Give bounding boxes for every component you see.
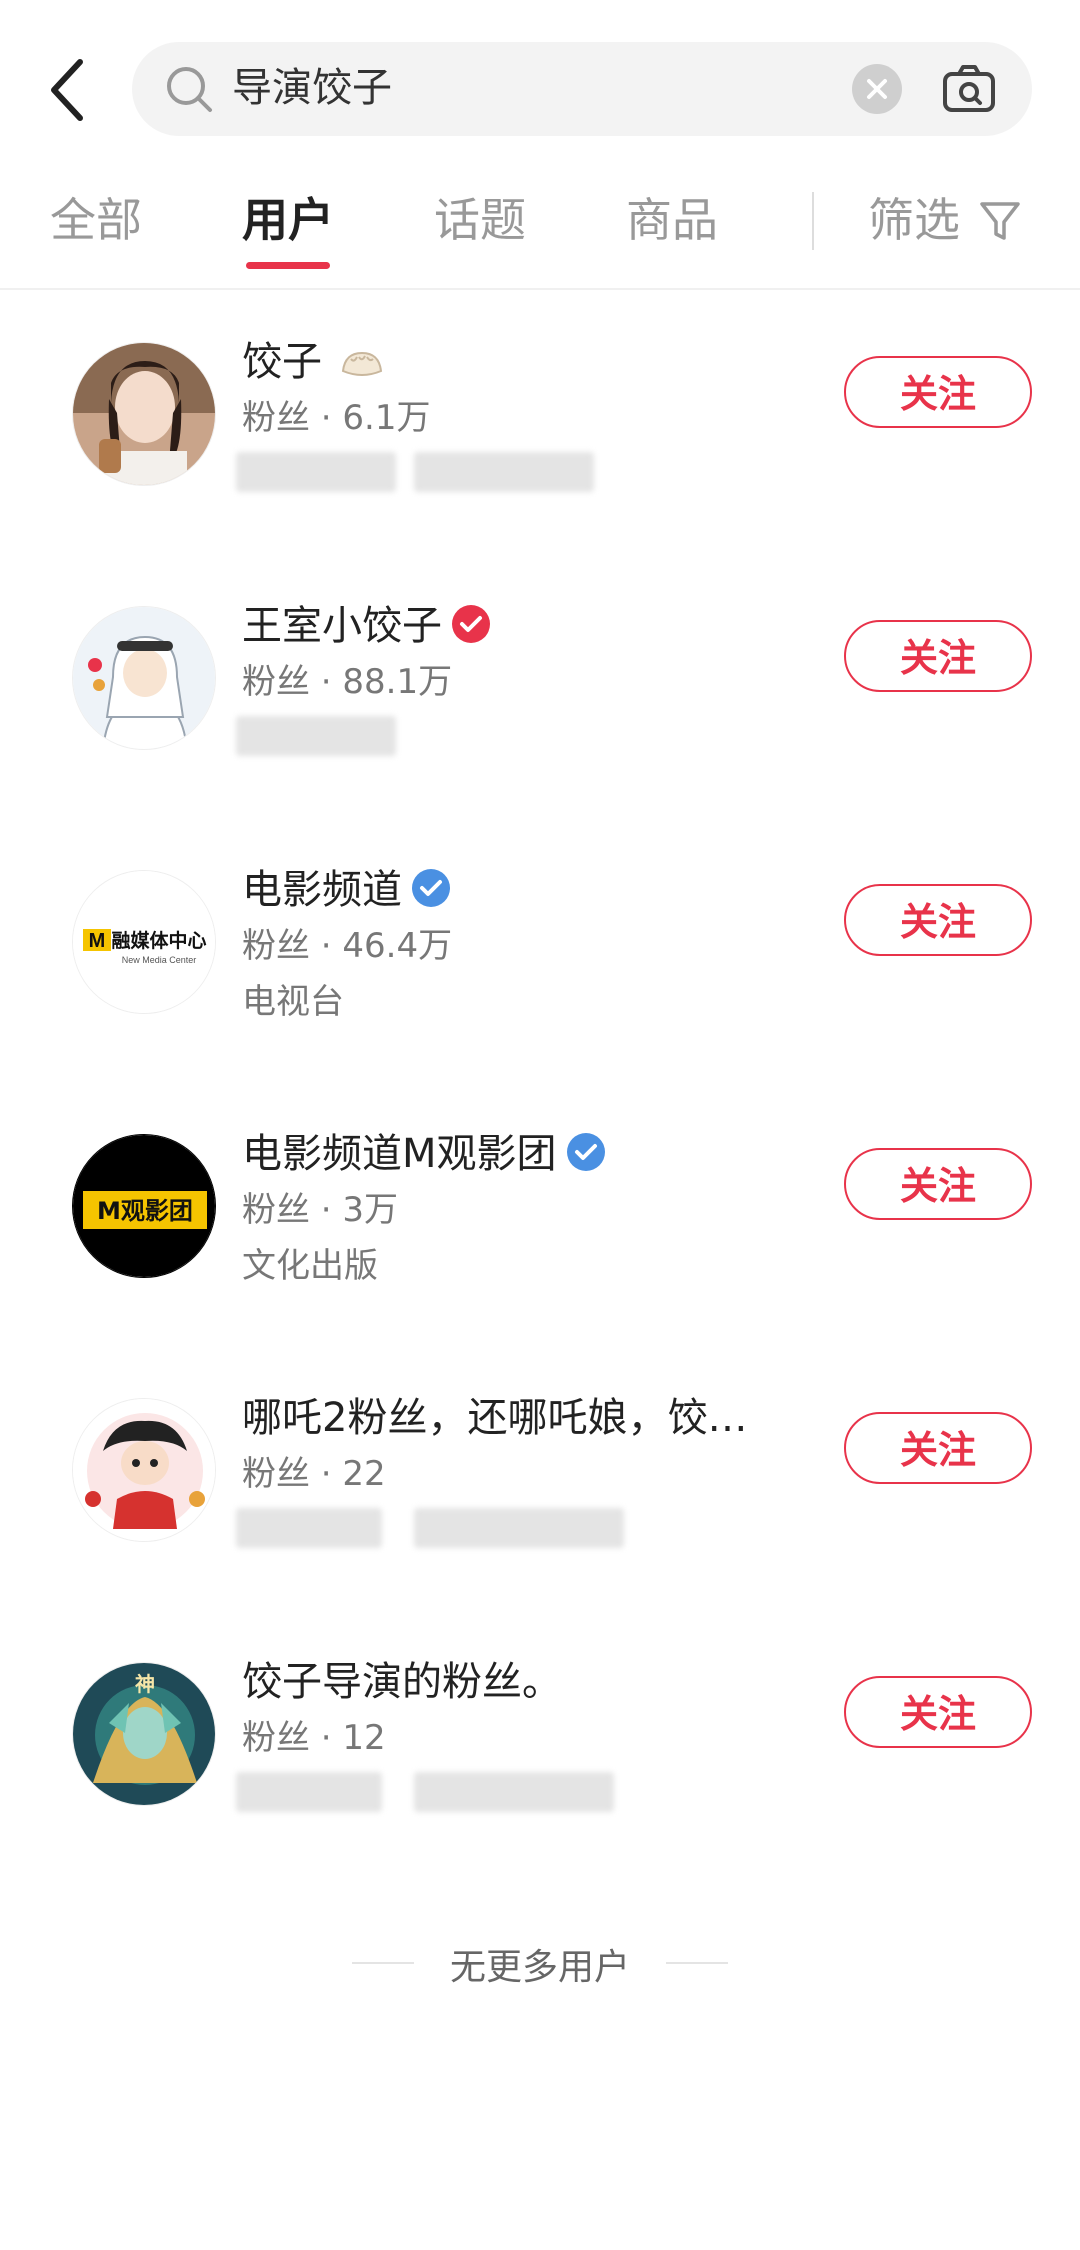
- user-row[interactable]: 饺子 粉丝 · 6.1万 关注: [0, 302, 1080, 502]
- blurred-info: [236, 452, 396, 492]
- follow-button[interactable]: 关注: [844, 1412, 1032, 1484]
- avatar-logo-subtext: New Media Center: [122, 955, 197, 965]
- search-input[interactable]: 导演饺子: [232, 60, 392, 116]
- blurred-info: [414, 1772, 614, 1812]
- avatar[interactable]: 神: [72, 1662, 216, 1806]
- avatar-logo-text: M观影团: [97, 1197, 193, 1225]
- verified-badge-red: [452, 605, 490, 643]
- user-row[interactable]: 王室小饺子 粉丝 · 88.1万 关注: [0, 566, 1080, 766]
- avatar-logo-text: 融媒体中心: [111, 929, 206, 952]
- no-more-users-text: 无更多用户: [449, 1947, 630, 1988]
- user-row[interactable]: 哪吒2粉丝，还哪吒娘，饺… 粉丝 · 22 关注: [0, 1358, 1080, 1558]
- user-row[interactable]: M观影团 电影频道M观影团 粉丝 · 3万 文化出版 关注: [0, 1094, 1080, 1294]
- search-icon: [167, 67, 212, 112]
- user-name[interactable]: 电影频道M观影团: [242, 1126, 605, 1182]
- blurred-info: [414, 1508, 624, 1548]
- user-category: 电视台: [242, 982, 344, 1022]
- verified-badge-blue: [566, 1133, 605, 1171]
- follow-button[interactable]: 关注: [844, 356, 1032, 428]
- avatar[interactable]: M观影团: [72, 1134, 216, 1278]
- follow-button[interactable]: 关注: [844, 620, 1032, 692]
- avatar[interactable]: [72, 342, 216, 486]
- camera-icon: [943, 65, 995, 112]
- back-arrow-icon: [51, 59, 83, 121]
- fans-count: 粉丝 · 88.1万: [242, 662, 453, 702]
- fans-count: 粉丝 · 6.1万: [242, 398, 431, 438]
- verified-check-icon: [452, 605, 490, 643]
- avatar-image-game-character: 神: [73, 1663, 215, 1805]
- follow-button[interactable]: 关注: [844, 1148, 1032, 1220]
- tab-divider: [812, 192, 814, 250]
- user-name[interactable]: 饺子导演的粉丝。: [242, 1654, 562, 1710]
- avatar-image-media-center-logo: M 融媒体中心 New Media Center: [73, 871, 215, 1013]
- user-name[interactable]: 电影频道: [242, 862, 450, 918]
- avatar[interactable]: [72, 1398, 216, 1542]
- svg-text:M: M: [89, 930, 106, 952]
- tab-all[interactable]: 全部: [50, 190, 142, 250]
- user-name[interactable]: 哪吒2粉丝，还哪吒娘，饺…: [242, 1390, 747, 1446]
- header-divider: [0, 288, 1080, 290]
- verified-badge-blue: [412, 869, 450, 907]
- search-bar[interactable]: 导演饺子: [132, 42, 1032, 136]
- avatar[interactable]: M 融媒体中心 New Media Center: [72, 870, 216, 1014]
- user-category: 文化出版: [242, 1246, 378, 1286]
- avatar-logo-text: 神: [135, 1672, 155, 1696]
- fans-count: 粉丝 · 46.4万: [242, 926, 453, 966]
- user-row[interactable]: M 融媒体中心 New Media Center 电影频道 粉丝 · 46.4万…: [0, 830, 1080, 1030]
- verified-check-icon: [412, 869, 450, 907]
- avatar-image-m-movie-group-logo: M观影团: [73, 1135, 215, 1277]
- avatar-image-girl: [73, 343, 215, 485]
- blurred-info: [414, 452, 594, 492]
- verified-check-icon: [566, 1133, 605, 1171]
- follow-button[interactable]: 关注: [844, 884, 1032, 956]
- fans-count: 粉丝 · 12: [242, 1718, 386, 1758]
- blurred-info: [236, 1772, 382, 1812]
- follow-button[interactable]: 关注: [844, 1676, 1032, 1748]
- clear-search-button[interactable]: [852, 64, 902, 114]
- user-name[interactable]: 饺子: [242, 334, 385, 390]
- avatar-image-nezha-cartoon: [73, 1399, 215, 1541]
- avatar[interactable]: [72, 606, 216, 750]
- fans-count: 粉丝 · 22: [242, 1454, 386, 1494]
- filter-icon[interactable]: [978, 198, 1022, 244]
- user-name[interactable]: 王室小饺子: [242, 598, 490, 654]
- camera-search-button[interactable]: [940, 60, 998, 118]
- blurred-info: [236, 1508, 382, 1548]
- close-icon: [867, 79, 887, 99]
- back-button[interactable]: [40, 50, 100, 130]
- tab-users[interactable]: 用户: [242, 190, 334, 250]
- active-tab-indicator: [246, 262, 330, 269]
- footer-divider-right: [666, 1962, 728, 1964]
- tab-products[interactable]: 商品: [626, 190, 718, 250]
- search-tabs: 全部 用户 话题 商品 筛选: [0, 180, 1080, 290]
- user-row[interactable]: 神 饺子导演的粉丝。 粉丝 · 12 关注: [0, 1622, 1080, 1822]
- tab-topics[interactable]: 话题: [434, 190, 526, 250]
- fans-count: 粉丝 · 3万: [242, 1190, 399, 1230]
- avatar-image-cartoon-prince: [73, 607, 215, 749]
- filter-button[interactable]: 筛选: [868, 190, 960, 250]
- blurred-info: [236, 716, 396, 756]
- dumpling-emoji-icon: [341, 351, 382, 376]
